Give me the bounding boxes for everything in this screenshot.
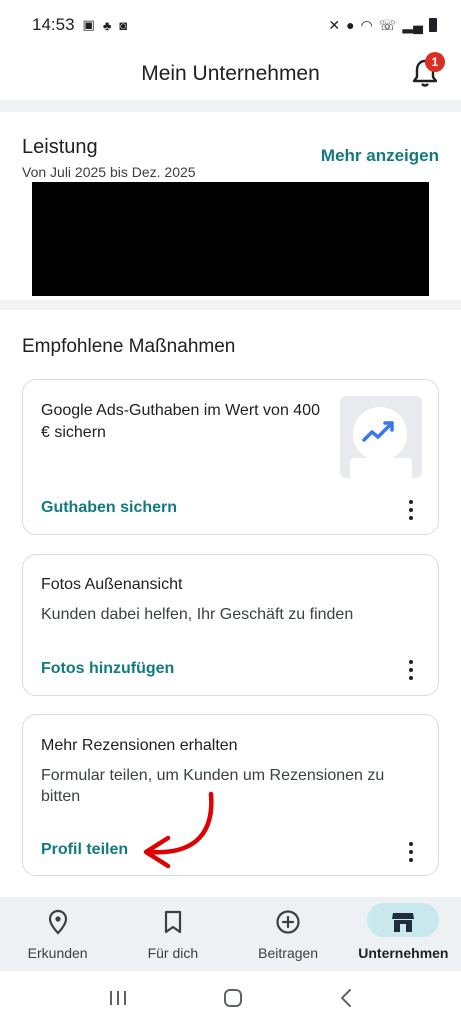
notification-badge: 1 [425,52,445,72]
show-more-link[interactable]: Mehr anzeigen [321,146,439,166]
nav-label: Für dich [147,945,199,961]
redacted-chart [32,182,429,296]
nav-label: Unternehmen [358,945,449,961]
bottom-navigation: Erkunden Für dich Beitragen Unternehmen [0,897,461,971]
recent-apps-icon[interactable] [108,989,128,1007]
storefront-icon [388,907,418,937]
card-description: Formular teilen, um Kunden um Rezensione… [41,767,385,805]
page-title: Mein Unternehmen [141,62,320,85]
add-photos-button[interactable]: Fotos hinzufügen [41,660,174,678]
battery-icon [429,18,437,32]
performance-date-range: Von Juli 2025 bis Dez. 2025 [22,164,196,180]
growth-chart-illustration [340,396,422,478]
app-bar: Mein Unternehmen 1 [0,48,461,100]
recommendation-card-photos[interactable]: Fotos Außenansicht Kunden dabei helfen, … [22,554,439,696]
recommendation-card-ads[interactable]: Google Ads-Guthaben im Wert von 400 € si… [22,379,439,535]
performance-section: Leistung Von Juli 2025 bis Dez. 2025 Meh… [0,112,461,300]
signal-icon: ▂▄ [402,16,423,33]
more-options-icon[interactable] [408,842,414,862]
nav-label: Erkunden [27,945,88,961]
nav-explore[interactable]: Erkunden [0,897,115,971]
mute-icon: ✕ [328,16,341,33]
card-title: Google Ads-Guthaben im Wert von 400 € si… [41,402,320,441]
share-profile-button[interactable]: Profil teilen [41,841,128,859]
more-options-icon[interactable] [408,660,414,680]
card-description: Kunden dabei helfen, Ihr Geschäft zu fin… [41,606,354,623]
section-divider [0,100,461,112]
gallery-icon: ▣ [82,17,95,32]
section-divider [0,300,461,310]
performance-title: Leistung [22,136,98,158]
status-time: 14:53 [32,15,75,34]
back-icon[interactable] [339,988,353,1008]
home-icon[interactable] [223,988,243,1008]
card-title: Fotos Außenansicht [41,576,183,593]
location-icon: ● [346,17,355,33]
nav-for-you[interactable]: Für dich [115,897,230,971]
call-icon: ☏ [378,16,397,33]
status-bar: 14:53 ▣ ♣ ◙ ✕ ● ◠ ☏ ▂▄ [0,0,461,50]
secure-credit-button[interactable]: Guthaben sichern [41,499,177,517]
card-title: Mehr Rezensionen erhalten [41,737,238,754]
recommendations-title: Empfohlene Maßnahmen [22,336,236,357]
add-circle-icon [273,907,303,937]
more-options-icon[interactable] [408,500,414,520]
location-pin-icon [43,907,73,937]
notifications-button[interactable]: 1 [411,52,445,88]
nav-business[interactable]: Unternehmen [346,897,461,971]
system-navigation-bar [0,971,461,1024]
recommendation-card-reviews[interactable]: Mehr Rezensionen erhalten Formular teile… [22,714,439,876]
bookmark-icon [158,907,188,937]
wifi-icon: ◠ [360,16,373,33]
app-notification-icon: ♣ [102,17,112,33]
nav-contribute[interactable]: Beitragen [231,897,346,971]
nav-label: Beitragen [258,945,319,961]
camera-icon: ◙ [119,17,128,33]
